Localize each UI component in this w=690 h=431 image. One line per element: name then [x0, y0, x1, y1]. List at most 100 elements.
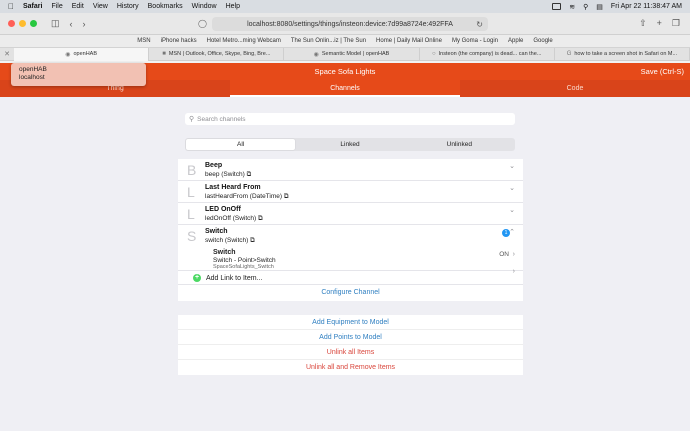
menu-help[interactable]: Help	[226, 3, 240, 10]
browser-tab[interactable]: ■ MSN | Outlook, Office, Skype, Bing, Br…	[149, 47, 285, 61]
item-state: ON	[499, 251, 509, 258]
share-icon[interactable]: ⇧	[639, 18, 647, 29]
favorite-link[interactable]: Google	[533, 38, 552, 44]
item-semantic: Switch - Point>Switch	[213, 257, 276, 264]
copy-icon: ⧉	[250, 237, 255, 244]
channel-row[interactable]: L LED OnOff ledOnOff (Switch) ⧉ ⌄	[178, 203, 523, 225]
menu-window[interactable]: Window	[192, 3, 217, 10]
reload-icon[interactable]: ↻	[476, 20, 483, 29]
configure-channel-button[interactable]: Configure Channel	[178, 285, 523, 301]
menu-history[interactable]: History	[117, 3, 139, 10]
toolbar-right: ⇧ + ❐	[639, 18, 680, 29]
channel-letter: L	[187, 206, 195, 222]
channel-letter: B	[187, 162, 197, 178]
url-bar[interactable]: localhost:8080/settings/things/insteon:d…	[212, 17, 488, 31]
filter-linked[interactable]: Linked	[295, 139, 404, 150]
apple-icon[interactable]: 	[8, 2, 14, 11]
close-window-button[interactable]	[8, 20, 15, 27]
tab-favicon-icon: ◉	[313, 51, 319, 58]
battery-icon[interactable]	[552, 3, 562, 10]
favorite-link[interactable]: The Sun Onlin...iz | The Sun	[291, 38, 366, 44]
minimize-window-button[interactable]	[19, 20, 26, 27]
channel-type: switch (Switch) ⧉	[205, 237, 255, 244]
favorite-link[interactable]: My Goma - Login	[452, 38, 498, 44]
browser-tab[interactable]: ◉ openHAB	[14, 47, 150, 61]
tab-label: Semantic Model | openHAB	[321, 51, 390, 57]
chevron-up-icon[interactable]: ⌃	[509, 228, 515, 236]
copy-icon: ⧉	[283, 193, 289, 200]
menu-app[interactable]: Safari	[23, 3, 42, 10]
favorite-link[interactable]: iPhone hacks	[161, 38, 197, 44]
tab-favicon-icon: ○	[432, 51, 436, 57]
search-icon[interactable]: ⚲	[583, 3, 588, 11]
chevron-down-icon[interactable]: ⌄	[509, 206, 515, 214]
tab-overview-icon[interactable]: ❐	[672, 18, 680, 29]
channels-content: ⚲ Search channels All Linked Unlinked B …	[0, 97, 690, 431]
channel-row[interactable]: S Switch switch (Switch) ⧉ 1 ⌃	[178, 225, 523, 247]
clock[interactable]: Fri Apr 22 11:38:47 AM	[611, 3, 682, 10]
new-tab-icon[interactable]: +	[657, 18, 662, 29]
item-label: Switch	[213, 249, 236, 256]
add-link-label: Add Link to Item...	[206, 275, 263, 282]
url-text: localhost:8080/settings/things/insteon:d…	[247, 20, 453, 28]
close-tab-icon[interactable]: ✕	[0, 48, 14, 61]
linked-item[interactable]: Switch Switch - Point>Switch SpaceSofaLi…	[178, 247, 523, 271]
favorite-link[interactable]: Hotel Metro...ming Webcam	[207, 38, 281, 44]
favorite-link[interactable]: Home | Daily Mail Online	[376, 38, 442, 44]
browser-tabs: ✕ ◉ openHAB ■ MSN | Outlook, Office, Sky…	[0, 47, 690, 61]
favorites-bar: MSN iPhone hacks Hotel Metro...ming Webc…	[0, 35, 690, 48]
search-input[interactable]: ⚲ Search channels	[185, 113, 515, 125]
chevron-down-icon[interactable]: ⌄	[509, 162, 515, 170]
tab-code[interactable]: Code	[460, 80, 690, 97]
privacy-shield-icon[interactable]: ◯	[198, 19, 207, 28]
tab-label: Insteon (the company) is dead... can the…	[438, 51, 542, 57]
menu-bookmarks[interactable]: Bookmarks	[148, 3, 183, 10]
channel-letter: L	[187, 184, 195, 200]
channel-type: lastHeardFrom (DateTime) ⧉	[205, 193, 289, 200]
channel-name: LED OnOff	[205, 206, 241, 213]
back-icon[interactable]: ‹	[70, 19, 73, 29]
control-center-icon[interactable]: ▤	[596, 3, 603, 11]
zoom-window-button[interactable]	[30, 20, 37, 27]
channel-row[interactable]: L Last Heard From lastHeardFrom (DateTim…	[178, 181, 523, 203]
save-button[interactable]: Save (Ctrl-S)	[641, 67, 684, 76]
search-icon: ⚲	[189, 116, 195, 123]
menu-edit[interactable]: Edit	[72, 3, 84, 10]
add-equipment-button[interactable]: Add Equipment to Model	[178, 315, 523, 330]
channel-row[interactable]: B Beep beep (Switch) ⧉ ⌄	[178, 159, 523, 181]
add-link-button[interactable]: + Add Link to Item... ›	[178, 268, 523, 285]
filter-unlinked[interactable]: Unlinked	[405, 139, 514, 150]
window-controls	[8, 20, 37, 27]
chevron-right-icon: ›	[512, 268, 515, 275]
browser-tab[interactable]: ◉ Semantic Model | openHAB	[284, 47, 420, 61]
browser-toolbar: ◫ ‹ › ◯ localhost:8080/settings/things/i…	[0, 13, 690, 35]
tab-channels[interactable]: Channels	[230, 80, 460, 97]
sidebar-icon[interactable]: ◫	[51, 18, 60, 29]
channel-list: B Beep beep (Switch) ⧉ ⌄ L Last Heard Fr…	[178, 159, 523, 301]
browser-tab[interactable]: G how to take a screen shot in Safari on…	[555, 47, 690, 61]
tab-label: openHAB	[73, 51, 97, 57]
channel-name: Beep	[205, 162, 223, 169]
menu-file[interactable]: File	[51, 3, 62, 10]
wifi-icon[interactable]: ≋	[569, 3, 575, 11]
tab-label: how to take a screen shot in Safari on M…	[574, 51, 678, 57]
unlink-remove-button[interactable]: Unlink all and Remove Items	[178, 360, 523, 375]
tab-favicon-icon: G	[566, 51, 572, 57]
menu-bar:  Safari File Edit View History Bookmark…	[0, 0, 690, 13]
server-popup[interactable]: openHAB localhost	[11, 63, 146, 86]
favorite-link[interactable]: Apple	[508, 38, 523, 44]
channel-name: Last Heard From	[205, 184, 261, 191]
unlink-all-button[interactable]: Unlink all Items	[178, 345, 523, 360]
add-points-button[interactable]: Add Points to Model	[178, 330, 523, 345]
filter-all[interactable]: All	[186, 139, 296, 150]
model-actions: Add Equipment to Model Add Points to Mod…	[178, 315, 523, 375]
channel-letter: S	[187, 228, 197, 244]
forward-icon[interactable]: ›	[83, 19, 86, 29]
chevron-down-icon[interactable]: ⌄	[509, 184, 515, 192]
server-host: localhost	[19, 74, 45, 81]
browser-tab[interactable]: ○ Insteon (the company) is dead... can t…	[420, 47, 555, 61]
tab-label: MSN | Outlook, Office, Skype, Bing, Bre.…	[168, 51, 271, 57]
chevron-right-icon[interactable]: ›	[513, 251, 515, 258]
menu-view[interactable]: View	[93, 3, 108, 10]
favorite-link[interactable]: MSN	[137, 38, 150, 44]
